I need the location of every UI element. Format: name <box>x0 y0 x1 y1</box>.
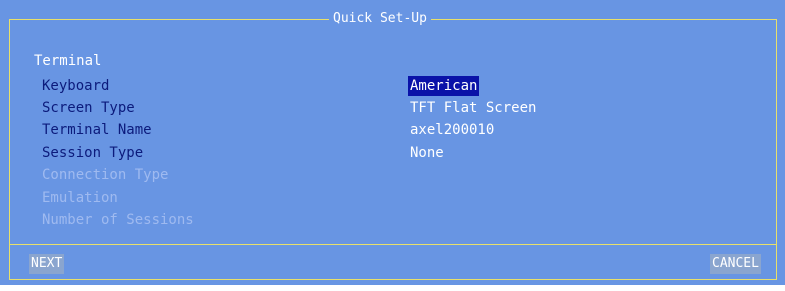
divider <box>9 244 777 245</box>
section-heading-terminal: Terminal <box>34 53 102 69</box>
session-type-label[interactable]: Session Type <box>42 143 143 163</box>
terminal-name-label[interactable]: Terminal Name <box>42 120 152 140</box>
next-button[interactable]: NEXT <box>29 254 65 274</box>
session-type-value[interactable]: None <box>410 143 444 163</box>
screen-type-value[interactable]: TFT Flat Screen <box>410 98 536 118</box>
keyboard-label[interactable]: Keyboard <box>42 76 109 96</box>
dialog-title: Quick Set-Up <box>329 9 431 29</box>
left-border <box>9 19 10 279</box>
quick-setup-dialog: Quick Set-Up Terminal Keyboard American … <box>0 0 785 285</box>
bottom-border <box>9 279 777 280</box>
connection-type-label: Connection Type <box>42 167 169 183</box>
terminal-name-value[interactable]: axel200010 <box>410 120 494 140</box>
right-border <box>776 19 777 279</box>
keyboard-value[interactable]: American <box>408 76 480 96</box>
cancel-button[interactable]: CANCEL <box>710 254 761 274</box>
emulation-label: Emulation <box>42 190 118 206</box>
screen-type-label[interactable]: Screen Type <box>42 98 135 118</box>
number-of-sessions-label: Number of Sessions <box>42 212 194 228</box>
